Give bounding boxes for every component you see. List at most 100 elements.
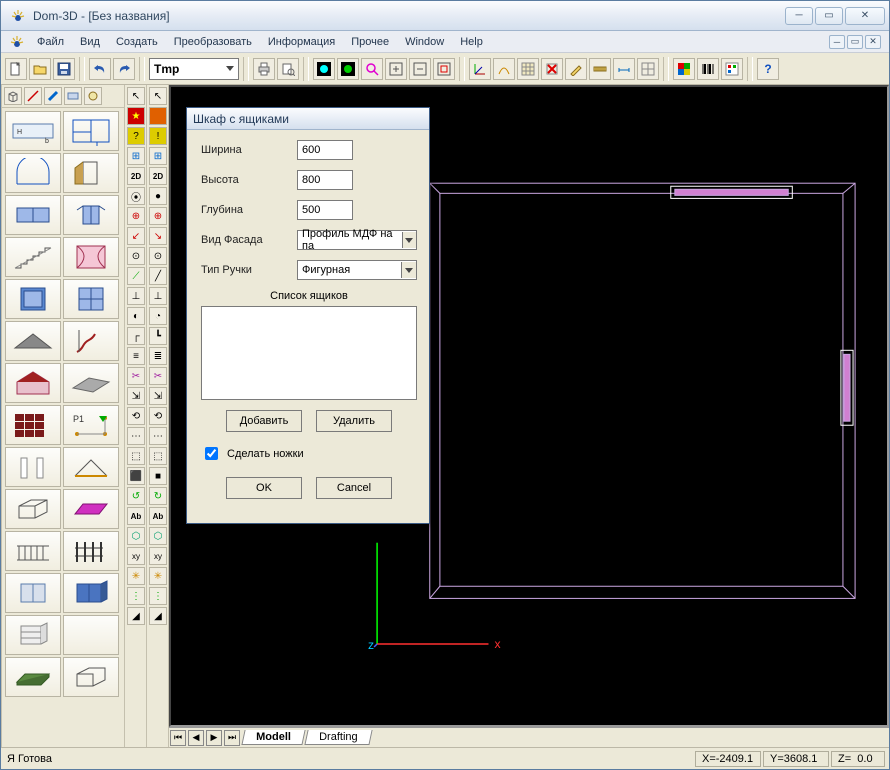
b-arc-icon[interactable]: ◔ [149, 307, 167, 325]
roof-perspective-icon[interactable] [63, 363, 119, 403]
door-icon[interactable] [63, 153, 119, 193]
b-refresh-icon[interactable]: ↻ [149, 487, 167, 505]
facade-combo[interactable]: Профиль МДФ на па [297, 230, 417, 250]
tab-next-icon[interactable]: ▶ [206, 730, 222, 746]
barcode-icon[interactable] [697, 58, 719, 80]
axes-icon[interactable] [469, 58, 491, 80]
dot-icon[interactable]: ⦿ [127, 187, 145, 205]
window-wide-icon[interactable] [5, 195, 61, 235]
window-3d-icon[interactable] [63, 573, 119, 613]
undo-icon[interactable] [89, 58, 111, 80]
cabinet-icon[interactable] [5, 573, 61, 613]
hex-icon[interactable]: ⬡ [127, 527, 145, 545]
minimize-button[interactable]: ─ [785, 7, 813, 25]
width-input[interactable] [297, 140, 353, 160]
pipe-icon[interactable] [44, 87, 62, 105]
open-box-icon[interactable] [63, 657, 119, 697]
b-cursor-icon[interactable]: ↖ [149, 87, 167, 105]
stairs-spiral-icon[interactable] [63, 321, 119, 361]
perp-icon[interactable]: ⊥ [127, 287, 145, 305]
zoom-extents-icon[interactable] [433, 58, 455, 80]
b-target-icon[interactable]: ⊙ [149, 247, 167, 265]
delete-icon[interactable] [541, 58, 563, 80]
fence-icon[interactable] [63, 531, 119, 571]
plane-p1-icon[interactable]: P1 [63, 405, 119, 445]
drawer-unit-icon[interactable] [5, 615, 61, 655]
window-open-icon[interactable] [63, 195, 119, 235]
tiles-icon[interactable] [5, 405, 61, 445]
delete-button[interactable]: Удалить [316, 410, 392, 432]
panel-icon[interactable] [64, 87, 82, 105]
window-grid-icon[interactable] [63, 279, 119, 319]
select-cursor-icon[interactable]: ↖ [127, 87, 145, 105]
handle-combo[interactable]: Фигурная [297, 260, 417, 280]
refresh-icon[interactable]: ↺ [127, 487, 145, 505]
b-corner-icon[interactable]: ↘ [149, 227, 167, 245]
drawers-listbox[interactable] [201, 306, 417, 400]
b-info-icon[interactable]: ! [149, 127, 167, 145]
b-hex-icon[interactable]: ⬡ [149, 527, 167, 545]
vdots-icon[interactable]: ⋮ [127, 587, 145, 605]
menu-information[interactable]: Информация [260, 36, 343, 48]
spark-icon[interactable]: ✳ [127, 567, 145, 585]
blue-grid-icon[interactable]: ⊞ [127, 147, 145, 165]
add-button[interactable]: Добавить [226, 410, 302, 432]
viewport[interactable]: z x Шкаф с ящиками Ширина Высота [169, 85, 889, 727]
menu-window[interactable]: Window [397, 36, 452, 48]
half-circle-icon[interactable]: ◐ [127, 307, 145, 325]
print-icon[interactable] [253, 58, 275, 80]
b-2d-icon[interactable]: 2D [149, 167, 167, 185]
make-legs-checkbox[interactable] [205, 447, 218, 460]
dialog-title[interactable]: Шкаф с ящиками [187, 108, 429, 130]
grid-icon[interactable] [637, 58, 659, 80]
slab-icon[interactable] [5, 657, 61, 697]
color-green-icon[interactable] [337, 58, 359, 80]
height-input[interactable] [297, 170, 353, 190]
b-tri-icon[interactable]: ◢ [149, 607, 167, 625]
b-dot-icon[interactable]: ● [149, 187, 167, 205]
depth-input[interactable] [297, 200, 353, 220]
ok-button[interactable]: OK [226, 477, 302, 499]
zoom-out-icon[interactable] [409, 58, 431, 80]
layers-icon[interactable] [721, 58, 743, 80]
b-vdots-icon[interactable]: ⋮ [149, 587, 167, 605]
b-dots2-icon[interactable]: ⋯ [149, 427, 167, 445]
xy-icon[interactable]: xy [127, 547, 145, 565]
table-icon[interactable] [517, 58, 539, 80]
b-ext-icon[interactable]: ⇲ [149, 387, 167, 405]
menu-misc[interactable]: Прочее [343, 36, 397, 48]
ruler-icon[interactable] [589, 58, 611, 80]
new-file-icon[interactable] [5, 58, 27, 80]
tab-prev-icon[interactable]: ◀ [188, 730, 204, 746]
rotate-icon[interactable]: ⟲ [127, 407, 145, 425]
corner-arrow-icon[interactable]: ↙ [127, 227, 145, 245]
rect-outline-icon[interactable]: ⬚ [127, 447, 145, 465]
tab-modell[interactable]: Modell [241, 730, 305, 745]
slash-icon[interactable]: ⟋ [127, 267, 145, 285]
b-lines2-icon[interactable]: ≣ [149, 347, 167, 365]
scissors-icon[interactable]: ✂ [127, 367, 145, 385]
maximize-button[interactable]: ▭ [815, 7, 843, 25]
b-ab-icon[interactable]: Ab [149, 507, 167, 525]
lines-icon[interactable]: ≡ [127, 347, 145, 365]
stairs-straight-icon[interactable] [5, 237, 61, 277]
star-icon[interactable]: ★ [127, 107, 145, 125]
dimension-icon[interactable] [613, 58, 635, 80]
b-line-icon[interactable]: ╱ [149, 267, 167, 285]
b-perp-icon[interactable]: ⊥ [149, 287, 167, 305]
box-icon[interactable] [4, 87, 22, 105]
menu-create[interactable]: Создать [108, 36, 166, 48]
b-fill-icon[interactable]: ■ [149, 467, 167, 485]
house-icon[interactable] [5, 363, 61, 403]
text-ab-icon[interactable]: Ab [127, 507, 145, 525]
b-l-icon[interactable]: ┗ [149, 327, 167, 345]
line-icon[interactable] [24, 87, 42, 105]
corner-icon[interactable]: ┌ [127, 327, 145, 345]
open-file-icon[interactable] [29, 58, 51, 80]
b-spark-icon[interactable]: ✳ [149, 567, 167, 585]
extend-icon[interactable]: ⇲ [127, 387, 145, 405]
sphere-icon[interactable] [84, 87, 102, 105]
b-blue-grid-icon[interactable]: ⊞ [149, 147, 167, 165]
menu-file[interactable]: Файл [29, 36, 72, 48]
zoom-in-icon[interactable] [361, 58, 383, 80]
